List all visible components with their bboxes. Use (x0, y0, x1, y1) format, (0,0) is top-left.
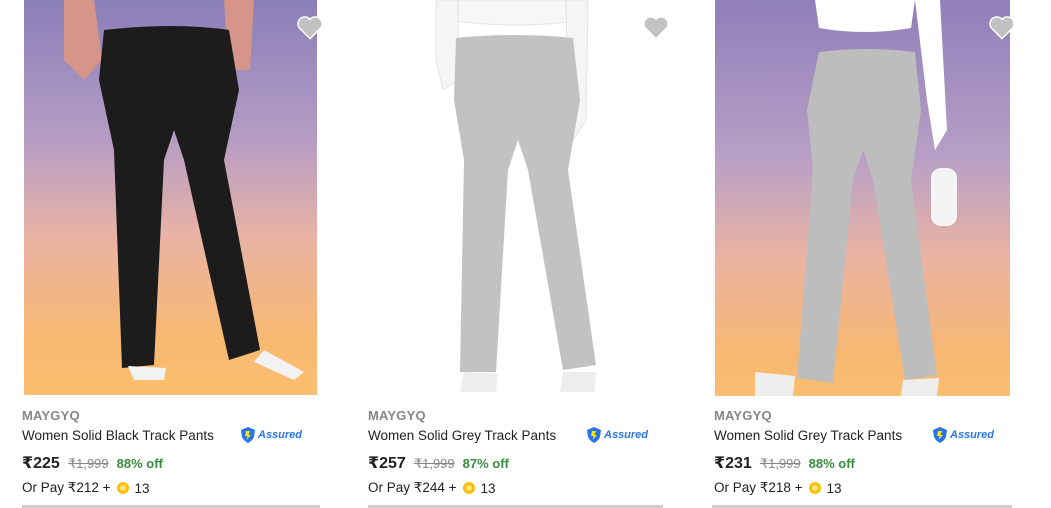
coin-icon (116, 482, 129, 494)
selling-price: ₹257 (368, 455, 406, 472)
coin-offer-row: Or Pay ₹244 + 13 (368, 480, 496, 496)
pay-text: Or Pay ₹212 + (22, 480, 111, 495)
wishlist-heart-icon[interactable] (988, 14, 1016, 40)
product-brand: MAYGYQ (22, 408, 80, 423)
assured-label: Assured (258, 429, 303, 441)
coin-count: 13 (480, 480, 496, 496)
shield-icon (241, 427, 255, 443)
discount-badge: 87% off (462, 456, 509, 471)
selling-price: ₹225 (22, 455, 60, 472)
original-price: ₹1,999 (759, 456, 801, 471)
assured-label: Assured (950, 429, 995, 441)
original-price: ₹1,999 (67, 456, 109, 471)
coin-count: 13 (826, 480, 842, 496)
wishlist-heart-icon[interactable] (642, 14, 670, 40)
shield-icon (587, 427, 601, 443)
product-card[interactable]: MAYGYQ Women Solid Grey Track Pants Assu… (368, 0, 670, 508)
assured-label: Assured (604, 429, 649, 441)
product-title[interactable]: Women Solid Grey Track Pants (368, 428, 556, 443)
price-row: ₹257 ₹1,999 87% off (368, 453, 509, 473)
product-brand: MAYGYQ (368, 408, 426, 423)
coin-offer-row: Or Pay ₹212 + 13 (22, 480, 150, 496)
product-image[interactable] (715, 0, 1010, 396)
discount-badge: 88% off (808, 456, 855, 471)
product-card[interactable]: MAYGYQ Women Solid Black Track Pants Ass… (22, 0, 324, 508)
pay-text: Or Pay ₹218 + (714, 480, 803, 495)
product-title[interactable]: Women Solid Black Track Pants (22, 428, 214, 443)
assured-badge: Assured (240, 426, 302, 444)
coin-offer-row: Or Pay ₹218 + 13 (714, 480, 842, 496)
shield-icon (933, 427, 947, 443)
wishlist-heart-icon[interactable] (296, 14, 324, 40)
price-row: ₹225 ₹1,999 88% off (22, 453, 163, 473)
coin-count: 13 (134, 480, 150, 496)
price-row: ₹231 ₹1,999 88% off (714, 453, 855, 473)
product-image[interactable] (24, 0, 317, 395)
coin-icon (808, 482, 821, 494)
product-title[interactable]: Women Solid Grey Track Pants (714, 428, 902, 443)
original-price: ₹1,999 (413, 456, 455, 471)
assured-badge: Assured (932, 426, 994, 444)
product-brand: MAYGYQ (714, 408, 772, 423)
selling-price: ₹231 (714, 455, 752, 472)
assured-badge: Assured (586, 426, 648, 444)
pay-text: Or Pay ₹244 + (368, 480, 457, 495)
product-card[interactable]: MAYGYQ Women Solid Grey Track Pants Assu… (712, 0, 1016, 508)
coin-icon (462, 482, 475, 494)
product-image[interactable] (368, 0, 668, 395)
discount-badge: 88% off (116, 456, 163, 471)
